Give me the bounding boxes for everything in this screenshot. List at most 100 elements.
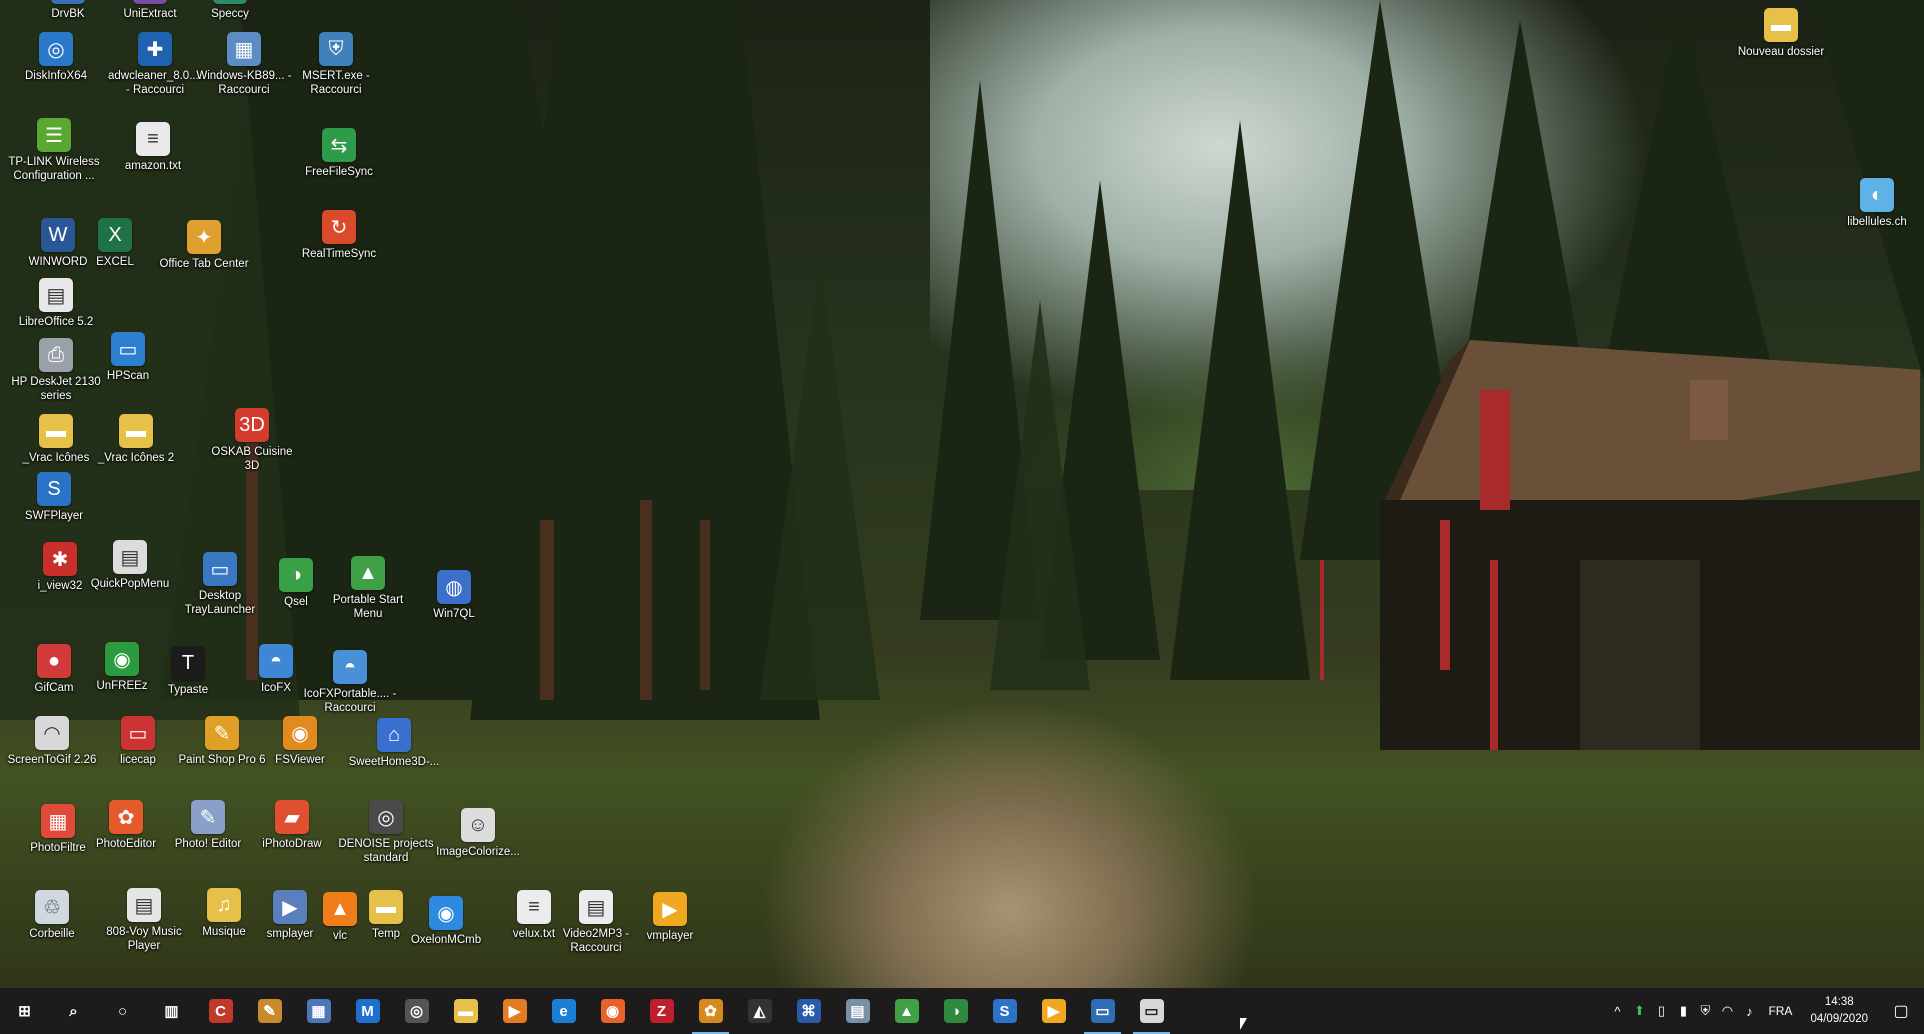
taskbar-app-media[interactable]: ▶: [490, 988, 539, 1034]
taskbar-app-broom[interactable]: ✎: [245, 988, 294, 1034]
desktop-icon-msert-exe-raccourci[interactable]: ⛨ MSERT.exe - Raccourci: [288, 32, 384, 97]
desktop-icon-windows-kb89-raccourci[interactable]: ▦ Windows-KB89... - Raccourci: [196, 32, 292, 97]
taskbar-app-malwarebytes[interactable]: M: [343, 988, 392, 1034]
taskbar-app-startmenu-icon: ▲: [894, 999, 919, 1023]
taskbar: ⊞ ⌕ ○ ▥ C ✎ ▦ M ◎ ▬ ▶ e ◉ Z ✿ ◭ ⌘ ▤ ▲ ◑ S ▶ ▭ ▭ ^ ⬆ ▯ ▮ ⛨ ◠ ♪ FRA 14…: [0, 988, 1924, 1034]
uniextract-icon: ⬢: [133, 0, 167, 4]
wallpaper-hill: [1000, 330, 1500, 490]
taskbar-app-qsel[interactable]: ◑: [931, 988, 980, 1034]
licecap-icon: ▭: [121, 716, 155, 750]
desktop-icon-typaste[interactable]: T Typaste: [140, 646, 236, 697]
desktop-icon-nouveau-dossier[interactable]: ▬ Nouveau dossier: [1733, 8, 1829, 59]
desktop-icon-screentogif-2-26[interactable]: ◠ ScreenToGif 2.26: [4, 716, 100, 767]
desktop-icon-sweethome3d[interactable]: ⌂ SweetHome3D-...: [346, 718, 442, 769]
taskbar-app-explorer[interactable]: ▬: [441, 988, 490, 1034]
desktop-icon-office-tab-center[interactable]: ✦ Office Tab Center: [156, 220, 252, 271]
taskbar-app-gamepad[interactable]: ◎: [392, 988, 441, 1034]
desktop-icon-photo-editor[interactable]: ✎ Photo! Editor: [160, 800, 256, 851]
oxelonmcmb-icon: ◉: [429, 896, 463, 930]
desktop-icon-label: ImageColorize...: [436, 846, 520, 858]
video2mp3-raccourci-icon: ▤: [579, 890, 613, 924]
cortana-button[interactable]: ○: [98, 988, 147, 1034]
clock[interactable]: 14:38 04/09/2020: [1800, 994, 1878, 1028]
desktop-icon-realtimesync[interactable]: ↻ RealTimeSync: [291, 210, 387, 261]
taskbar-app-filezilla[interactable]: Z: [637, 988, 686, 1034]
desktop-icon-freefilesync[interactable]: ⇆ FreeFileSync: [291, 128, 387, 179]
desktop-icon-label: DENOISE projects standard: [338, 838, 434, 864]
desktop-icon-licecap[interactable]: ▭ licecap: [90, 716, 186, 767]
notification-center-icon[interactable]: ▢: [1878, 988, 1924, 1034]
tray-defender-icon[interactable]: ⛨: [1694, 988, 1716, 1034]
taskbar-app-screen1[interactable]: ▭: [1078, 988, 1127, 1034]
desktop-icon-tp-link-wireless-configuration[interactable]: ☰ TP-LINK Wireless Configuration ...: [6, 118, 102, 183]
desktop-icon-libellules-ch[interactable]: ◐ libellules.ch: [1829, 178, 1924, 229]
desktop-icon-label: LibreOffice 5.2: [18, 316, 94, 328]
tray-volume-icon[interactable]: ♪: [1738, 988, 1760, 1034]
search-button[interactable]: ⌕: [49, 988, 98, 1034]
desktop-icon-hpscan[interactable]: ▭ HPScan: [80, 332, 176, 383]
taskbar-app-player-icon: ▶: [1041, 999, 1066, 1023]
taskbar-app-image[interactable]: ▦: [294, 988, 343, 1034]
desktop-icon-label: SWFPlayer: [24, 510, 84, 522]
tray-wifi-icon[interactable]: ◠: [1716, 988, 1738, 1034]
task-view-button[interactable]: ▥: [147, 988, 196, 1034]
tp-link-wireless-configuration-icon: ☰: [37, 118, 71, 152]
desktop-icon-icofxportable-raccourci[interactable]: ◓ IcoFXPortable.... - Raccourci: [302, 650, 398, 715]
desktop-icon-label: DiskInfoX64: [24, 70, 87, 82]
desktop-icon-fsviewer[interactable]: ◉ FSViewer: [252, 716, 348, 767]
taskbar-app-screen2[interactable]: ▭: [1127, 988, 1176, 1034]
language-indicator[interactable]: FRA: [1760, 1004, 1800, 1018]
desktop-icon-speccy[interactable]: ◉ Speccy: [182, 0, 278, 21]
denoise-projects-standard-icon: ◎: [369, 800, 403, 834]
taskbar-app-swfplayer[interactable]: S: [980, 988, 1029, 1034]
desktop-icon-vrac-ic-nes-2[interactable]: ▬ _Vrac Icônes 2: [88, 414, 184, 465]
desktop-icon-libreoffice-5-2[interactable]: ▤ LibreOffice 5.2: [8, 278, 104, 329]
desktop-icon-oskab-cuisine-3d[interactable]: 3D OSKAB Cuisine 3D: [204, 408, 300, 473]
imagecolorize-icon: ☺: [461, 808, 495, 842]
windows-kb89-raccourci-icon: ▦: [227, 32, 261, 66]
libreoffice-5-2-icon: ▤: [39, 278, 73, 312]
desktop-icon-swfplayer[interactable]: S SWFPlayer: [6, 472, 102, 523]
taskbar-app-terminal-icon: ⌘: [796, 999, 821, 1023]
taskbar-app-edge[interactable]: e: [539, 988, 588, 1034]
desktop-icon-portable-start-menu[interactable]: ▲ Portable Start Menu: [320, 556, 416, 621]
desktop-icon-label: Typaste: [167, 684, 209, 696]
tray-overflow-chevron-icon[interactable]: ^: [1606, 988, 1628, 1034]
taskbar-app-paint[interactable]: ✿: [686, 988, 735, 1034]
taskbar-app-notes[interactable]: ▤: [833, 988, 882, 1034]
desktop-icon-denoise-projects-standard[interactable]: ◎ DENOISE projects standard: [338, 800, 434, 865]
desktop-icon-label: Win7QL: [433, 608, 475, 620]
desktop-icon-diskinfox64[interactable]: ◎ DiskInfoX64: [8, 32, 104, 83]
desktop-icon-corbeille[interactable]: ♲ Corbeille: [4, 890, 100, 941]
desktop-icon-iphotodraw[interactable]: ▰ iPhotoDraw: [244, 800, 340, 851]
taskbar-app-ccleaner[interactable]: C: [196, 988, 245, 1034]
office-tab-center-icon: ✦: [187, 220, 221, 254]
desktop-icon-label: MSERT.exe - Raccourci: [302, 70, 370, 96]
taskbar-app-player[interactable]: ▶: [1029, 988, 1078, 1034]
taskbar-app-terminal[interactable]: ⌘: [784, 988, 833, 1034]
taskbar-app-qsel-icon: ◑: [943, 999, 968, 1023]
desktop-icon-label: adwcleaner_8.0.... - Raccourci: [108, 70, 202, 96]
taskbar-app-startmenu[interactable]: ▲: [882, 988, 931, 1034]
desktop-icon-win7ql[interactable]: ◍ Win7QL: [406, 570, 502, 621]
tray-update-icon[interactable]: ⬆: [1628, 988, 1650, 1034]
photoeditor-icon: ✿: [109, 800, 143, 834]
desktop-icon-adwcleaner-8-0-raccourci[interactable]: ✚ adwcleaner_8.0.... - Raccourci: [107, 32, 203, 97]
taskbar-app-inkscape[interactable]: ◭: [735, 988, 784, 1034]
desktop-icon-oxelonmcmb[interactable]: ◉ OxelonMCmb: [398, 896, 494, 947]
desktop-icon-vmplayer[interactable]: ▶ vmplayer: [622, 892, 718, 943]
tray-usb-icon[interactable]: ▯: [1650, 988, 1672, 1034]
desktop-icon-label: PhotoEditor: [95, 838, 157, 850]
tray-sd-icon[interactable]: ▮: [1672, 988, 1694, 1034]
desktop-icon-excel[interactable]: X EXCEL: [67, 218, 163, 269]
taskbar-app-gamepad-icon: ◎: [404, 999, 429, 1023]
desktop-icon-label: amazon.txt: [124, 160, 182, 172]
taskbar-app-firefox[interactable]: ◉: [588, 988, 637, 1034]
start-button[interactable]: ⊞: [0, 988, 49, 1034]
desktop-icon-imagecolorize[interactable]: ☺ ImageColorize...: [430, 808, 526, 859]
desktop-icon-amazon-txt[interactable]: ≡ amazon.txt: [105, 122, 201, 173]
desktop-icon-label: _Vrac Icônes 2: [97, 452, 175, 464]
fsviewer-icon: ◉: [283, 716, 317, 750]
iphotodraw-icon: ▰: [275, 800, 309, 834]
desktop-icon-quickpopmenu[interactable]: ▤ QuickPopMenu: [82, 540, 178, 591]
